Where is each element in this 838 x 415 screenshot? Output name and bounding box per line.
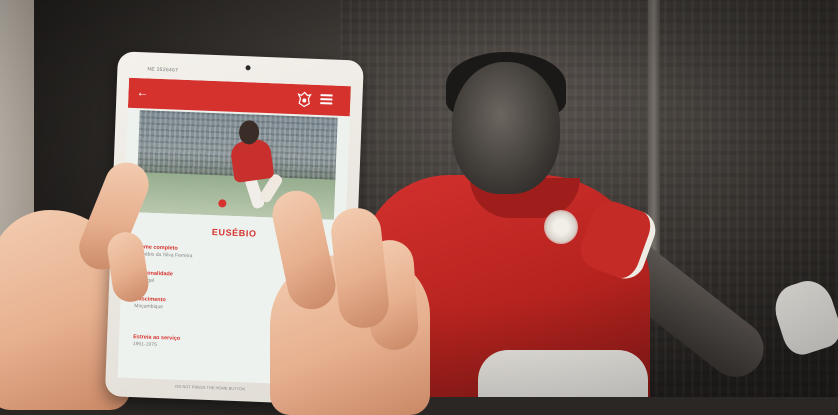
hamburger-menu-icon[interactable] [320, 94, 333, 105]
tablet-model-label: NE 3526467 [147, 66, 179, 74]
front-camera-icon [245, 65, 251, 71]
home-button-caption: DO NOT PRESS THE HOME BUTTON [175, 383, 246, 392]
club-crest-icon[interactable] [296, 91, 313, 108]
photo-player-body [229, 137, 275, 184]
back-arrow-icon[interactable]: ← [136, 85, 149, 99]
